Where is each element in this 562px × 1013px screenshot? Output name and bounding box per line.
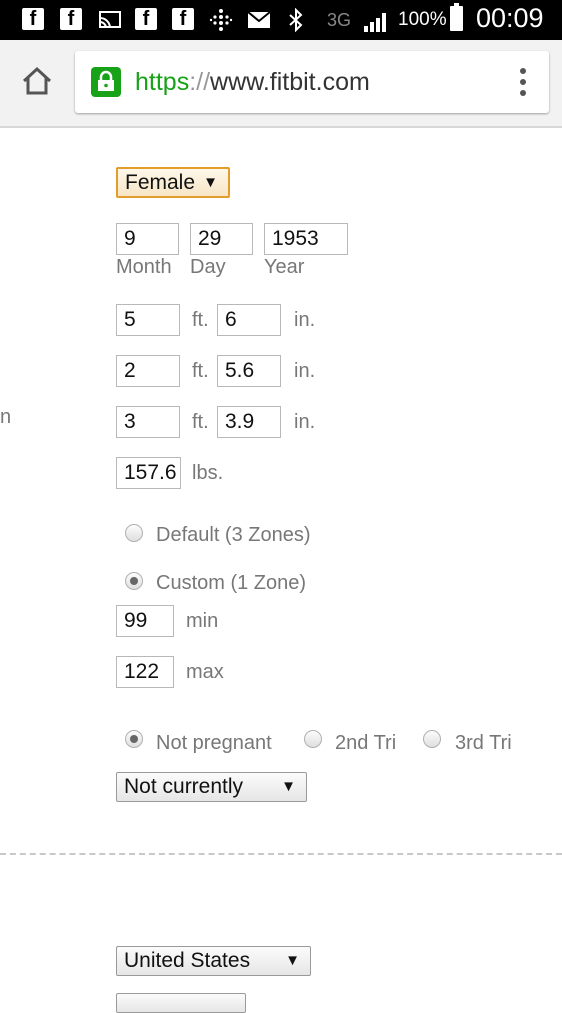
walk-stride-in-input[interactable]: 5.6 <box>217 355 281 387</box>
pregnancy-2nd-radio[interactable] <box>304 730 322 748</box>
in-unit-label: in. <box>294 360 316 382</box>
run-stride-ft-input[interactable]: 3 <box>116 406 180 438</box>
facebook-icon: f <box>22 8 44 30</box>
pregnancy-3rd-label: 3rd Tri <box>455 732 512 754</box>
clock: 00:09 <box>476 2 544 33</box>
url-scheme: https <box>135 68 190 96</box>
battery-percent: 100% <box>398 9 447 30</box>
status-bar: f f f f 3G 100% 00:09 <box>0 0 562 40</box>
pregnancy-3rd-radio[interactable] <box>423 730 441 748</box>
in-unit-label: in. <box>294 411 316 433</box>
zone-max-input[interactable]: 122 <box>116 656 174 688</box>
url-text: https://www.fitbit.com <box>135 68 370 97</box>
in-unit-label: in. <box>294 309 316 331</box>
ft-unit-label: ft. <box>192 309 209 331</box>
walk-stride-ft-input[interactable]: 2 <box>116 355 180 387</box>
month-label: Month <box>116 256 172 278</box>
next-field-partial[interactable] <box>116 993 246 1013</box>
year-label: Year <box>264 256 305 278</box>
section-divider <box>0 853 562 855</box>
zones-default-label: Default (3 Zones) <box>156 524 311 546</box>
cast-icon <box>97 8 123 32</box>
zone-min-input[interactable]: 99 <box>116 605 174 637</box>
facebook-icon: f <box>172 8 194 30</box>
birth-year-input[interactable]: 1953 <box>264 223 348 255</box>
more-menu-icon[interactable] <box>519 68 527 96</box>
url-bar[interactable]: https://www.fitbit.com <box>75 51 549 113</box>
lock-icon <box>91 67 121 97</box>
zones-custom-radio[interactable] <box>125 572 143 590</box>
clipped-label: n <box>0 406 12 428</box>
pregnancy-2nd-label: 2nd Tri <box>335 732 397 754</box>
url-separator: :// <box>189 68 211 96</box>
birth-day-input[interactable]: 29 <box>190 223 253 255</box>
sex-select[interactable]: Female ▼ <box>116 167 230 198</box>
facebook-icon: f <box>60 8 82 30</box>
nursing-select-value: Not currently <box>124 775 244 798</box>
dropdown-arrow-icon: ▼ <box>285 952 300 969</box>
battery-icon <box>450 3 463 31</box>
home-icon[interactable] <box>20 64 54 98</box>
bluetooth-icon <box>284 8 308 32</box>
pregnancy-not-label: Not pregnant <box>156 732 272 754</box>
facebook-icon: f <box>135 8 157 30</box>
birth-month-input[interactable]: 9 <box>116 223 179 255</box>
network-type: 3G <box>327 9 352 30</box>
zone-min-label: min <box>186 610 219 632</box>
zone-max-label: max <box>186 661 224 683</box>
country-select[interactable]: United States ▼ <box>116 946 311 976</box>
weight-input[interactable]: 157.6 <box>116 457 181 489</box>
dropdown-arrow-icon: ▼ <box>281 778 296 795</box>
height-ft-input[interactable]: 5 <box>116 304 180 336</box>
mail-icon <box>246 8 272 32</box>
dropdown-arrow-icon: ▼ <box>203 174 218 191</box>
run-stride-in-input[interactable]: 3.9 <box>217 406 281 438</box>
nursing-select[interactable]: Not currently ▼ <box>116 772 307 802</box>
url-host: www.fitbit.com <box>210 68 370 96</box>
pregnancy-not-radio[interactable] <box>125 730 143 748</box>
country-select-value: United States <box>124 949 251 972</box>
browser-toolbar: https://www.fitbit.com <box>0 40 562 128</box>
zones-default-radio[interactable] <box>125 524 143 542</box>
fitbit-icon <box>208 8 234 32</box>
weight-unit-label: lbs. <box>192 462 224 484</box>
ft-unit-label: ft. <box>192 411 209 433</box>
ft-unit-label: ft. <box>192 360 209 382</box>
sex-select-value: Female <box>125 171 196 194</box>
day-label: Day <box>190 256 226 278</box>
height-in-input[interactable]: 6 <box>217 304 281 336</box>
signal-icon <box>364 10 390 32</box>
zones-custom-label: Custom (1 Zone) <box>156 572 307 594</box>
